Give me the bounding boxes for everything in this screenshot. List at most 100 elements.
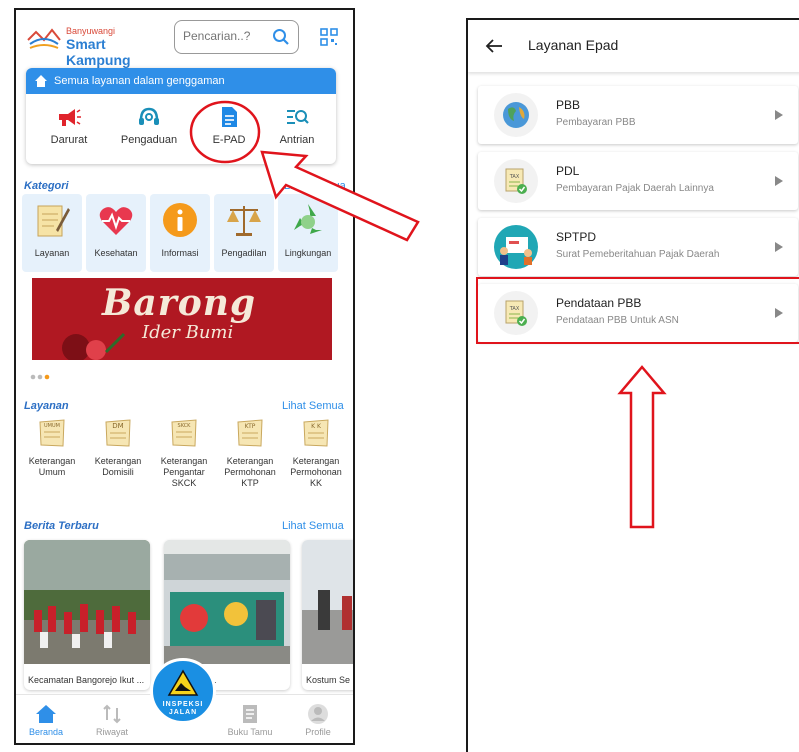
row-subtitle: Pembayaran PBB bbox=[556, 117, 636, 128]
home-icon bbox=[36, 705, 56, 723]
row-icon-wrap bbox=[494, 93, 538, 137]
service-antrian-button[interactable]: Antrian bbox=[262, 106, 332, 146]
qr-code-icon[interactable] bbox=[320, 28, 338, 46]
news-photo bbox=[24, 540, 150, 664]
service-label: Antrian bbox=[279, 134, 315, 146]
category-kesehatan[interactable]: Kesehatan bbox=[86, 194, 146, 272]
document-icon bbox=[222, 107, 237, 127]
document-icon: K K bbox=[303, 419, 329, 447]
search-icon[interactable] bbox=[272, 28, 290, 46]
layanan-label-line: KK bbox=[309, 478, 322, 488]
heart-pulse-icon bbox=[99, 207, 133, 235]
services-card: Semua layanan dalam genggaman Darurat Pe… bbox=[26, 68, 336, 164]
doc-code: K K bbox=[311, 423, 322, 430]
category-label: Pengadilan bbox=[221, 248, 267, 258]
epad-title: Layanan Epad bbox=[528, 37, 619, 53]
headset-icon bbox=[139, 107, 159, 125]
fab-label-line: INSPEKSI bbox=[162, 701, 204, 708]
left-phone-screen: Banyuwangi Smart Kampung Pencarian..? Se… bbox=[14, 8, 355, 745]
svg-text:TAX: TAX bbox=[509, 174, 520, 180]
doc-code: DM bbox=[112, 422, 123, 430]
kategori-title: Kategori bbox=[24, 180, 69, 192]
guest-book-icon bbox=[243, 705, 257, 723]
layanan-item-umum[interactable]: UMUM Keterangan Umum bbox=[20, 418, 84, 478]
layanan-item-ktp[interactable]: KTP Keterangan Permohonan KTP bbox=[218, 418, 282, 489]
category-label: Lingkungan bbox=[284, 248, 332, 258]
search-box[interactable] bbox=[174, 20, 299, 54]
layanan-item-skck[interactable]: SKCK Keterangan Pengantar SKCK bbox=[152, 418, 216, 489]
layanan-label-line: Pengantar bbox=[163, 467, 205, 477]
kategori-see-all-link[interactable]: Lihat Semua bbox=[284, 180, 346, 192]
layanan-label-line: KTP bbox=[241, 478, 259, 488]
epad-row-pdl[interactable]: TAX PDL Pembayaran Pajak Daerah Lainnya bbox=[478, 152, 798, 210]
category-label: Informasi bbox=[161, 248, 199, 258]
layanan-label-line: Domisili bbox=[102, 467, 134, 477]
row-title: PBB bbox=[556, 98, 581, 112]
layanan-label-line: Permohonan bbox=[224, 467, 276, 477]
service-pengaduan-button[interactable]: Pengaduan bbox=[114, 106, 184, 146]
nav-buku-tamu[interactable]: Buku Tamu bbox=[220, 703, 280, 737]
service-darurat-button[interactable]: Darurat bbox=[34, 106, 104, 146]
category-label: Layanan bbox=[34, 248, 70, 258]
scales-of-justice-icon bbox=[227, 206, 261, 236]
news-card[interactable]: Kostum Se bbox=[302, 540, 353, 690]
fab-label-line: JALAN bbox=[168, 709, 198, 716]
doc-code: SKCK bbox=[178, 423, 192, 429]
row-icon-wrap: TAX bbox=[494, 159, 538, 203]
layanan-item-domisili[interactable]: DM Keterangan Domisili bbox=[86, 418, 150, 478]
layanan-label-line: Keterangan bbox=[94, 456, 142, 466]
app-logo: Banyuwangi Smart Kampung bbox=[26, 20, 166, 68]
logo-line1: Banyuwangi bbox=[66, 26, 116, 36]
people-screen-icon bbox=[500, 237, 532, 265]
nav-riwayat[interactable]: Riwayat bbox=[82, 703, 142, 737]
epad-row-sptpd[interactable]: SPTPD Surat Pemeberitahuan Pajak Daerah bbox=[478, 218, 798, 276]
nav-label: Riwayat bbox=[95, 727, 128, 737]
category-label: Kesehatan bbox=[94, 248, 138, 258]
search-input[interactable] bbox=[183, 21, 273, 51]
layanan-label-line: Keterangan bbox=[28, 456, 76, 466]
layanan-label-line: Umum bbox=[38, 467, 66, 477]
category-informasi[interactable]: Informasi bbox=[150, 194, 210, 272]
news-caption: Kecamatan Bangorejo Ikut ... bbox=[28, 675, 145, 685]
writing-paper-icon bbox=[37, 205, 70, 237]
back-arrow-icon[interactable] bbox=[484, 36, 504, 56]
nav-beranda[interactable]: Beranda bbox=[16, 703, 76, 737]
category-layanan[interactable]: Layanan bbox=[22, 194, 82, 272]
nav-profile[interactable]: Profile bbox=[288, 703, 348, 737]
tax-document-icon: TAX bbox=[505, 168, 527, 194]
epad-row-pbb[interactable]: PBB Pembayaran PBB bbox=[478, 86, 798, 144]
news-card[interactable]: Kecamatan Bangorejo Ikut ... bbox=[24, 540, 150, 690]
nav-label: Profile bbox=[305, 727, 331, 737]
row-title: SPTPD bbox=[556, 230, 597, 244]
banner-subtitle: Ider Bumi bbox=[142, 322, 234, 343]
document-icon: KTP bbox=[237, 419, 263, 447]
play-arrow-icon bbox=[775, 242, 783, 252]
right-phone-screen: Layanan Epad PBB Pembayaran PBB TAX PDL … bbox=[466, 18, 799, 752]
layanan-item-kk[interactable]: K K Keterangan Permohonan KK bbox=[284, 418, 348, 489]
promo-banner[interactable]: Barong Ider Bumi bbox=[32, 278, 332, 360]
document-icon: UMUM bbox=[39, 419, 65, 447]
play-arrow-icon bbox=[775, 176, 783, 186]
document-icon: SKCK bbox=[171, 419, 197, 447]
category-lingkungan[interactable]: Lingkungan bbox=[278, 194, 338, 272]
megaphone-icon bbox=[59, 109, 81, 126]
category-pengadilan[interactable]: Pengadilan bbox=[214, 194, 274, 272]
service-epad-button[interactable]: E-PAD bbox=[194, 106, 264, 146]
document-icon: DM bbox=[105, 419, 131, 447]
home-icon bbox=[35, 75, 47, 87]
layanan-see-all-link[interactable]: Lihat Semua bbox=[282, 400, 344, 412]
service-label: Pengaduan bbox=[120, 134, 178, 146]
nav-label: Beranda bbox=[28, 727, 64, 737]
highlight-box bbox=[476, 277, 799, 344]
berita-see-all-link[interactable]: Lihat Semua bbox=[282, 520, 344, 532]
fab-label: INSPEKSI JALAN bbox=[153, 701, 213, 717]
layanan-label-line: Keterangan bbox=[292, 456, 340, 466]
inspeksi-jalan-button[interactable]: INSPEKSI JALAN bbox=[150, 658, 216, 724]
service-label: E-PAD bbox=[212, 134, 246, 146]
row-subtitle: Pembayaran Pajak Daerah Lainnya bbox=[556, 183, 714, 194]
layanan-label-line: Keterangan bbox=[226, 456, 274, 466]
road-warning-icon bbox=[167, 669, 199, 696]
profile-icon bbox=[308, 704, 328, 724]
village-logo-icon bbox=[27, 28, 61, 49]
play-arrow-icon bbox=[775, 110, 783, 120]
